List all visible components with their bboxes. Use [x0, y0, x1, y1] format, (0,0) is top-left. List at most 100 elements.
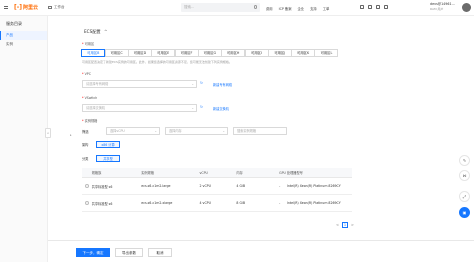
nav-support[interactable]: 支持: [310, 6, 317, 11]
col-spec: 实例规格: [141, 171, 154, 175]
table-row[interactable]: 共享标准型 s6 ecs.s6-c1m2.large 2 vCPU 4 GiB …: [82, 178, 352, 195]
cell-gpu: -: [279, 184, 281, 188]
cell-memory: 4 GiB: [236, 184, 246, 188]
help-icon[interactable]: [376, 5, 380, 9]
create-vswitch-link[interactable]: 新建交换机: [213, 106, 229, 111]
cell-spec: ecs.s6-c1m2.xlarge: [141, 201, 173, 205]
search-placeholder: 搜索...: [184, 5, 195, 9]
vcpu-placeholder: 选择vCPU: [110, 129, 125, 133]
radio-icon: [84, 183, 89, 188]
cart-icon[interactable]: [368, 5, 372, 9]
zone-option[interactable]: 可用区I: [244, 49, 269, 57]
cell-spec: ecs.s6-c1m2.large: [141, 184, 171, 188]
refresh-icon[interactable]: ↻: [200, 81, 203, 85]
row-radio[interactable]: [82, 183, 92, 189]
next-page-button[interactable]: >: [351, 223, 354, 227]
cell-family: 共享标准型 s6: [91, 201, 113, 206]
home-icon: [48, 5, 52, 10]
zone-description: 可用区配置决定了新建ECS实例的可用区。此外，如果您选择的可用区资源不足，您可能…: [82, 60, 232, 64]
zone-option[interactable]: 可用区J: [267, 49, 292, 57]
top-icons: [360, 5, 388, 9]
edit-icon[interactable]: ✎: [459, 155, 470, 166]
section-title[interactable]: ECS配置 ^: [84, 29, 107, 35]
logo[interactable]: [-] 阿里云: [14, 4, 38, 11]
zone-option[interactable]: 可用区F: [174, 49, 199, 57]
global-search-input[interactable]: 搜索...: [181, 3, 260, 12]
category-tag[interactable]: 共享型: [96, 155, 120, 162]
cancel-button[interactable]: 取消: [148, 248, 172, 257]
menu-icon[interactable]: [4, 6, 8, 9]
vpc-label-text: VPC: [84, 72, 91, 76]
sidebar-item-instances[interactable]: 实例: [0, 40, 47, 49]
table-row[interactable]: 共享标准型 s6 ecs.s6-c1m2.xlarge 4 vCPU 8 GiB…: [82, 195, 352, 212]
vpc-label: * VPC: [82, 72, 91, 76]
memory-select[interactable]: 选择内存 ⌄: [165, 127, 228, 135]
filter-label: 筛选: [82, 130, 89, 134]
nav-icp[interactable]: ICP 备案: [279, 6, 292, 11]
workspace-label: 工作台: [54, 5, 65, 9]
footer-bar: [48, 240, 474, 262]
vswitch-label: * VSwitch: [82, 96, 98, 100]
cell-vcpu: 4 vCPU: [199, 201, 211, 205]
prev-page-button[interactable]: <: [336, 223, 339, 227]
workspace-link[interactable]: 工作台: [48, 5, 65, 10]
expand-icon[interactable]: ▸: [70, 133, 72, 137]
zone-option[interactable]: 可用区D: [127, 49, 152, 57]
cell-cpu: Intel(R) Xeon(R) Platinum 8269CY: [286, 201, 341, 205]
instance-type-label-text: 实例规格: [84, 119, 98, 123]
filter-row: 筛选: [82, 127, 93, 136]
avatar[interactable]: [462, 3, 471, 12]
chevron-down-icon: ⌄: [191, 106, 194, 110]
cell-vcpu: 2 vCPU: [199, 184, 211, 188]
sidebar: 服务目录 产品 实例: [0, 16, 48, 262]
user-info[interactable]: devs@14961... RAM 用户: [430, 2, 455, 11]
radio-icon: [84, 200, 89, 205]
pagination: < 1 >: [336, 222, 354, 228]
instance-type-label: * 实例规格: [82, 119, 98, 123]
nav-ticket[interactable]: 工单: [323, 6, 330, 11]
language-icon[interactable]: [384, 5, 388, 9]
instance-search-input[interactable]: 搜索实例规格: [233, 127, 287, 135]
category-label: 分类: [82, 157, 89, 161]
zone-option[interactable]: 可用区K: [291, 49, 316, 57]
chevron-down-icon: ⌄: [154, 129, 157, 133]
top-nav: 费用 ICP 备案 企业 支持 工单: [266, 0, 329, 16]
col-memory: 内存: [236, 171, 243, 175]
instance-search-placeholder: 搜索实例规格: [237, 129, 257, 133]
create-vpc-link[interactable]: 新建专有网络: [213, 82, 232, 87]
zone-option[interactable]: 可用区C: [104, 49, 129, 57]
sidebar-collapse-button[interactable]: <: [45, 128, 51, 138]
cell-cpu: Intel(R) Xeon(R) Platinum 8269CY: [286, 184, 341, 188]
vcpu-select[interactable]: 选择vCPU ⌄: [106, 127, 160, 135]
chat-icon[interactable]: ▣: [459, 207, 470, 218]
row-radio[interactable]: [82, 200, 92, 206]
next-confirm-button[interactable]: 下一步，确定: [76, 248, 110, 257]
export-params-button[interactable]: 导出参数: [115, 248, 143, 257]
vpc-select[interactable]: 请选择专有网络 ⌄: [82, 80, 197, 88]
message-icon[interactable]: [360, 5, 364, 9]
logo-text: 阿里云: [22, 5, 38, 11]
col-family: 规格族: [91, 171, 102, 175]
memory-placeholder: 选择内存: [169, 129, 182, 133]
vswitch-select[interactable]: 请选择交换机 ⌄: [82, 104, 197, 112]
nav-billing[interactable]: 费用: [266, 6, 273, 11]
table-header: 规格族 实例规格 vCPU 内存 GPU 处理器型号: [82, 168, 352, 178]
zone-option[interactable]: 可用区L: [314, 49, 339, 57]
page-number[interactable]: 1: [341, 222, 348, 228]
vswitch-placeholder: 请选择交换机: [86, 106, 106, 110]
zone-option[interactable]: 可用区H: [221, 49, 246, 57]
arch-tag[interactable]: x86 计算: [96, 141, 120, 148]
refresh-icon[interactable]: ↻: [200, 105, 203, 109]
cell-gpu: -: [279, 201, 281, 205]
cell-family: 共享标准型 s6: [91, 184, 113, 189]
share-icon[interactable]: ⋈: [459, 170, 470, 181]
chevron-down-icon: ⌄: [222, 129, 225, 133]
zone-option[interactable]: 可用区G: [197, 49, 222, 57]
zone-option[interactable]: 可用区B: [81, 49, 106, 57]
nav-enterprise[interactable]: 企业: [298, 6, 305, 11]
vswitch-label-text: VSwitch: [84, 96, 98, 100]
sidebar-item-products[interactable]: 产品: [0, 31, 47, 40]
zone-option[interactable]: 可用区E: [151, 49, 176, 57]
sidebar-title: 服务目录: [6, 21, 22, 26]
expand-icon[interactable]: ⤢: [459, 191, 470, 202]
